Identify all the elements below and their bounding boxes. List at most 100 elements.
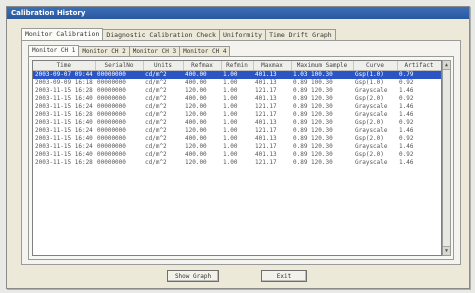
table-cell: 120.00: [185, 87, 207, 94]
table-row[interactable]: 2003-11-15 16:24 00000000 cd/m^2 120.00 1.00…: [33, 103, 441, 111]
table-cell: 1.00: [223, 103, 238, 110]
dialog-button-bar: Show Graph Exit: [7, 270, 469, 284]
table-cell: 1.00: [223, 159, 238, 166]
table-cell: 121.17: [255, 87, 277, 94]
table-cell: Grayscale: [355, 87, 388, 94]
table-cell: 120.00: [185, 111, 207, 118]
table-cell: 2003-09-07 09:44: [33, 70, 95, 79]
table-cell: 2003-11-15 16:40: [35, 119, 93, 126]
scroll-up-arrow-icon[interactable]: ▲: [443, 61, 450, 70]
table-cell: 400.00: [183, 70, 221, 79]
table-cell: 2003-11-15 16:40: [35, 151, 93, 158]
table-cell: 2003-09-09 16:18: [35, 79, 93, 86]
table-cell: 0.89 120.30: [293, 87, 333, 94]
table-cell: 401.13: [255, 79, 277, 86]
column-header[interactable]: Units: [143, 61, 184, 71]
table-cell: 1.46: [399, 127, 414, 134]
table-cell: 1.00: [223, 79, 238, 86]
table-cell: 121.17: [255, 103, 277, 110]
table-cell: cd/m^2: [145, 159, 167, 166]
table-cell: 0.89 120.30: [293, 143, 333, 150]
table-cell: 400.00: [185, 135, 207, 142]
table-cell: 00000000: [97, 143, 126, 150]
table-cell: 401.13: [255, 151, 277, 158]
table-cell: 2003-11-15 16:24: [35, 127, 93, 134]
table-cell: 400.00: [185, 95, 207, 102]
table-cell: 400.00: [185, 79, 207, 86]
vertical-scrollbar[interactable]: ▲ ▼: [442, 60, 451, 256]
table-row[interactable]: 2003-11-15 16:28 00000000 cd/m^2 120.00 1.00…: [33, 159, 441, 167]
table-cell: 00000000: [97, 159, 126, 166]
table-row[interactable]: 2003-11-15 16:40 00000000 cd/m^2 400.00 1.00…: [33, 95, 441, 103]
column-header[interactable]: Refmax: [183, 61, 222, 71]
table-cell: 121.17: [255, 111, 277, 118]
table-cell: Gsp(2.0): [355, 119, 384, 126]
table-cell: 1.46: [399, 111, 414, 118]
main-tab-strip: Monitor Calibration Diagnostic Calibrati…: [21, 28, 336, 40]
table-cell: cd/m^2: [145, 127, 167, 134]
tab-monitor-ch4[interactable]: Monitor CH 4: [179, 46, 231, 56]
table-row[interactable]: 2003-11-15 16:40 00000000 cd/m^2 400.00 1.00…: [33, 119, 441, 127]
table-cell: 0.92: [399, 119, 414, 126]
table-cell: 0.89 100.30: [293, 79, 333, 86]
tab-time-drift-graph[interactable]: Time Drift Graph: [265, 29, 336, 40]
table-cell: 0.89 120.30: [293, 119, 333, 126]
table-row[interactable]: 2003-11-15 16:28 00000000 cd/m^2 120.00 1.00…: [33, 87, 441, 95]
table-cell: 00000000: [95, 70, 143, 79]
table-cell: 1.03 100.30: [291, 70, 353, 79]
table-row[interactable]: 2003-11-15 16:24 00000000 cd/m^2 120.00 1.00…: [33, 127, 441, 135]
table-row[interactable]: 2003-11-15 16:40 00000000 cd/m^2 400.00 1.00…: [33, 151, 441, 159]
table-cell: 1.46: [399, 103, 414, 110]
table-cell: Gsp(1.0): [353, 70, 397, 79]
table-row[interactable]: 2003-11-15 16:40 00000000 cd/m^2 400.00 1.00…: [33, 135, 441, 143]
table-cell: 00000000: [97, 151, 126, 158]
column-header[interactable]: Maximum Sample: [291, 61, 354, 71]
table-cell: 1.00: [221, 70, 253, 79]
table-cell: 401.13: [255, 135, 277, 142]
table-cell: 401.13: [255, 95, 277, 102]
column-header[interactable]: Curve: [353, 61, 398, 71]
channel-tab-strip: Monitor CH 1 Monitor CH 2 Monitor CH 3 M…: [28, 45, 231, 57]
column-header[interactable]: SerialNo: [95, 61, 144, 71]
tab-monitor-ch2[interactable]: Monitor CH 2: [78, 46, 130, 56]
table-cell: 0.89 120.30: [293, 151, 333, 158]
table-cell: 0.89 120.30: [293, 135, 333, 142]
table-row[interactable]: 2003-11-15 16:28 00000000 cd/m^2 120.00 1.00…: [33, 111, 441, 119]
scroll-down-arrow-icon[interactable]: ▼: [443, 246, 450, 255]
table-cell: 00000000: [97, 103, 126, 110]
table-cell: 2003-11-15 16:28: [35, 87, 93, 94]
table-cell: 0.79: [397, 70, 441, 79]
table-cell: 0.89 120.30: [293, 111, 333, 118]
table-cell: 1.00: [223, 127, 238, 134]
table-row[interactable]: 2003-11-15 16:24 00000000 cd/m^2 120.00 1.00…: [33, 143, 441, 151]
table-cell: 401.13: [253, 70, 291, 79]
table-cell: 00000000: [97, 87, 126, 94]
column-header[interactable]: Refmin: [221, 61, 254, 71]
tab-diagnostic-calibration-check[interactable]: Diagnostic Calibration Check: [102, 29, 220, 40]
column-header[interactable]: Time: [33, 61, 96, 71]
table-cell: 0.89 120.30: [293, 159, 333, 166]
table-cell: 0.92: [399, 95, 414, 102]
table-cell: 120.00: [185, 159, 207, 166]
column-header[interactable]: Maxmax: [253, 61, 292, 71]
table-cell: 0.89 120.30: [293, 103, 333, 110]
tab-monitor-ch3[interactable]: Monitor CH 3: [128, 46, 181, 56]
table-cell: 00000000: [97, 127, 126, 134]
table-cell: Gsp(2.0): [355, 95, 384, 102]
table-cell: 120.00: [185, 103, 207, 110]
table-row[interactable]: 2003-09-07 09:44 00000000 cd/m^2 400.00 1.00…: [33, 70, 441, 79]
table-cell: 400.00: [185, 119, 207, 126]
tab-uniformity[interactable]: Uniformity: [218, 29, 267, 40]
exit-button[interactable]: Exit: [261, 270, 307, 282]
show-graph-button[interactable]: Show Graph: [167, 270, 219, 282]
table-cell: cd/m^2: [145, 87, 167, 94]
table-cell: 1.00: [223, 87, 238, 94]
table-cell: cd/m^2: [145, 151, 167, 158]
column-header[interactable]: Artifact: [397, 61, 441, 71]
table-row[interactable]: 2003-09-09 16:18 00000000 cd/m^2 400.00 1.00…: [33, 79, 441, 87]
table-body: 2003-09-07 09:44 00000000 cd/m^2 400.00 1.00…: [33, 70, 441, 168]
table-cell: Grayscale: [355, 143, 388, 150]
tab-monitor-calibration[interactable]: Monitor Calibration: [21, 28, 104, 40]
table-cell: 00000000: [97, 79, 126, 86]
table-cell: cd/m^2: [145, 111, 167, 118]
